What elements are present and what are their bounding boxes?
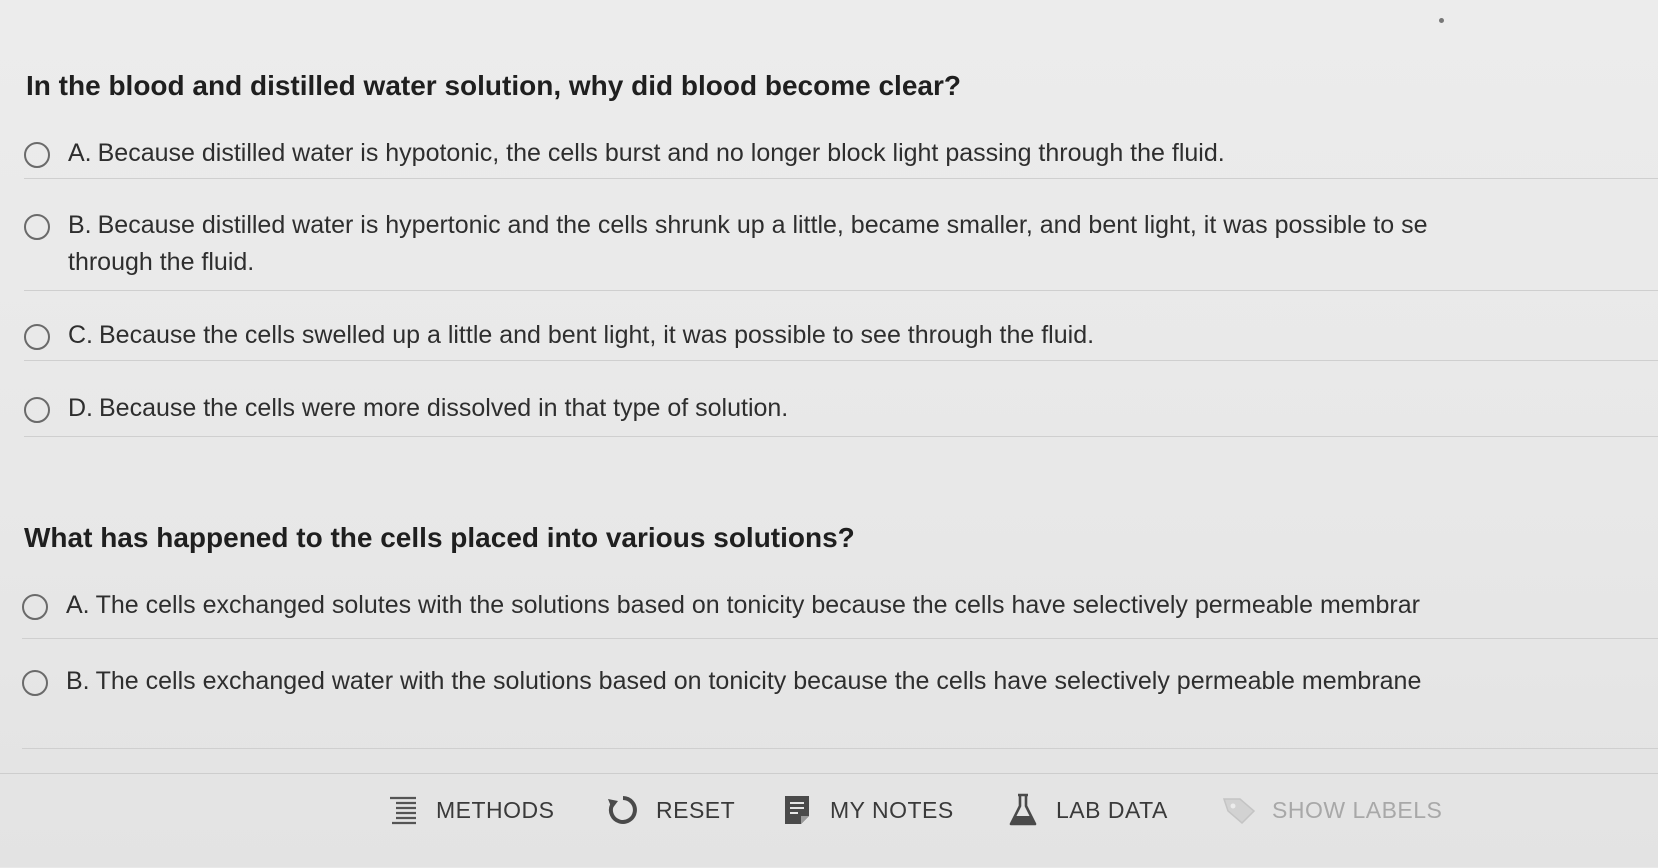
flask-icon — [1006, 793, 1040, 827]
option-text: Because distilled water is hypertonic an… — [97, 211, 1428, 239]
screen-speck — [1439, 18, 1444, 23]
question-2-title: What has happened to the cells placed in… — [24, 522, 855, 553]
lab-data-button[interactable]: LAB DATA — [1006, 793, 1168, 827]
question-1-title: In the blood and distilled water solutio… — [26, 70, 961, 101]
q2-option-a-label: A. The cells exchanged solutes with the s… — [66, 587, 1420, 624]
option-text-continued: through the fluid. — [68, 248, 255, 276]
option-text: Because the cells swelled up a little an… — [99, 321, 1095, 349]
q2-option-b-radio[interactable] — [22, 670, 48, 696]
list-icon — [386, 793, 420, 827]
q1-divider-d — [24, 436, 1658, 437]
option-text: Because the cells were more dissolved in… — [99, 394, 789, 422]
option-letter: C. — [68, 321, 93, 349]
q1-option-c-radio[interactable] — [24, 324, 50, 350]
q1-option-b[interactable]: B. Because distilled water is hypertonic … — [24, 211, 1428, 281]
show-labels-button[interactable]: SHOW LABELS — [1222, 793, 1442, 827]
q1-divider-b — [24, 290, 1658, 291]
lab-question-page: In the blood and distilled water solutio… — [0, 0, 1658, 867]
my-notes-label: MY NOTES — [830, 796, 954, 823]
q1-divider-c — [24, 360, 1658, 361]
q1-option-d[interactable]: D. Because the cells were more dissolved … — [24, 394, 788, 427]
option-letter: D. — [68, 394, 93, 422]
reset-button[interactable]: RESET — [606, 793, 735, 827]
tag-icon — [1222, 793, 1256, 827]
option-letter: B. — [66, 667, 90, 695]
q1-option-a[interactable]: A. Because distilled water is hypotonic, … — [24, 139, 1225, 172]
methods-button[interactable]: METHODS — [386, 793, 555, 827]
q2-option-b[interactable]: B. The cells exchanged water with the sol… — [22, 667, 1421, 700]
q2-option-b-label: B. The cells exchanged water with the sol… — [66, 663, 1421, 700]
reset-icon — [606, 793, 640, 827]
methods-label: METHODS — [436, 796, 555, 823]
q2-divider-b — [22, 748, 1658, 749]
my-notes-button[interactable]: MY NOTES — [780, 793, 954, 827]
q1-option-b-radio[interactable] — [24, 214, 50, 240]
option-text: The cells exchanged water with the solut… — [95, 667, 1422, 695]
q2-option-a[interactable]: A. The cells exchanged solutes with the s… — [22, 591, 1420, 624]
option-text: Because distilled water is hypotonic, th… — [97, 139, 1225, 167]
q2-divider-a — [22, 638, 1658, 639]
q1-option-a-radio[interactable] — [24, 142, 50, 168]
option-text: The cells exchanged solutes with the sol… — [95, 591, 1420, 619]
q1-option-a-label: A. Because distilled water is hypotonic, … — [68, 135, 1225, 172]
q1-option-b-label: B. Because distilled water is hypertonic … — [68, 207, 1428, 281]
lab-data-label: LAB DATA — [1056, 796, 1168, 823]
option-letter: A. — [68, 139, 92, 167]
notes-icon — [780, 793, 814, 827]
q1-divider-a — [24, 178, 1658, 179]
q1-option-d-radio[interactable] — [24, 397, 50, 423]
q2-option-a-radio[interactable] — [22, 594, 48, 620]
q1-option-c[interactable]: C. Because the cells swelled up a little … — [24, 321, 1094, 354]
q1-option-d-label: D. Because the cells were more dissolved … — [68, 390, 788, 427]
option-letter: A. — [66, 591, 90, 619]
reset-label: RESET — [656, 796, 736, 823]
show-labels-label: SHOW LABELS — [1272, 796, 1443, 823]
lab-toolbar: METHODS RESET MY NOTES LAB DATA SHOW LAB… — [0, 773, 1658, 868]
option-letter: B. — [68, 211, 92, 239]
q1-option-c-label: C. Because the cells swelled up a little … — [68, 317, 1094, 354]
